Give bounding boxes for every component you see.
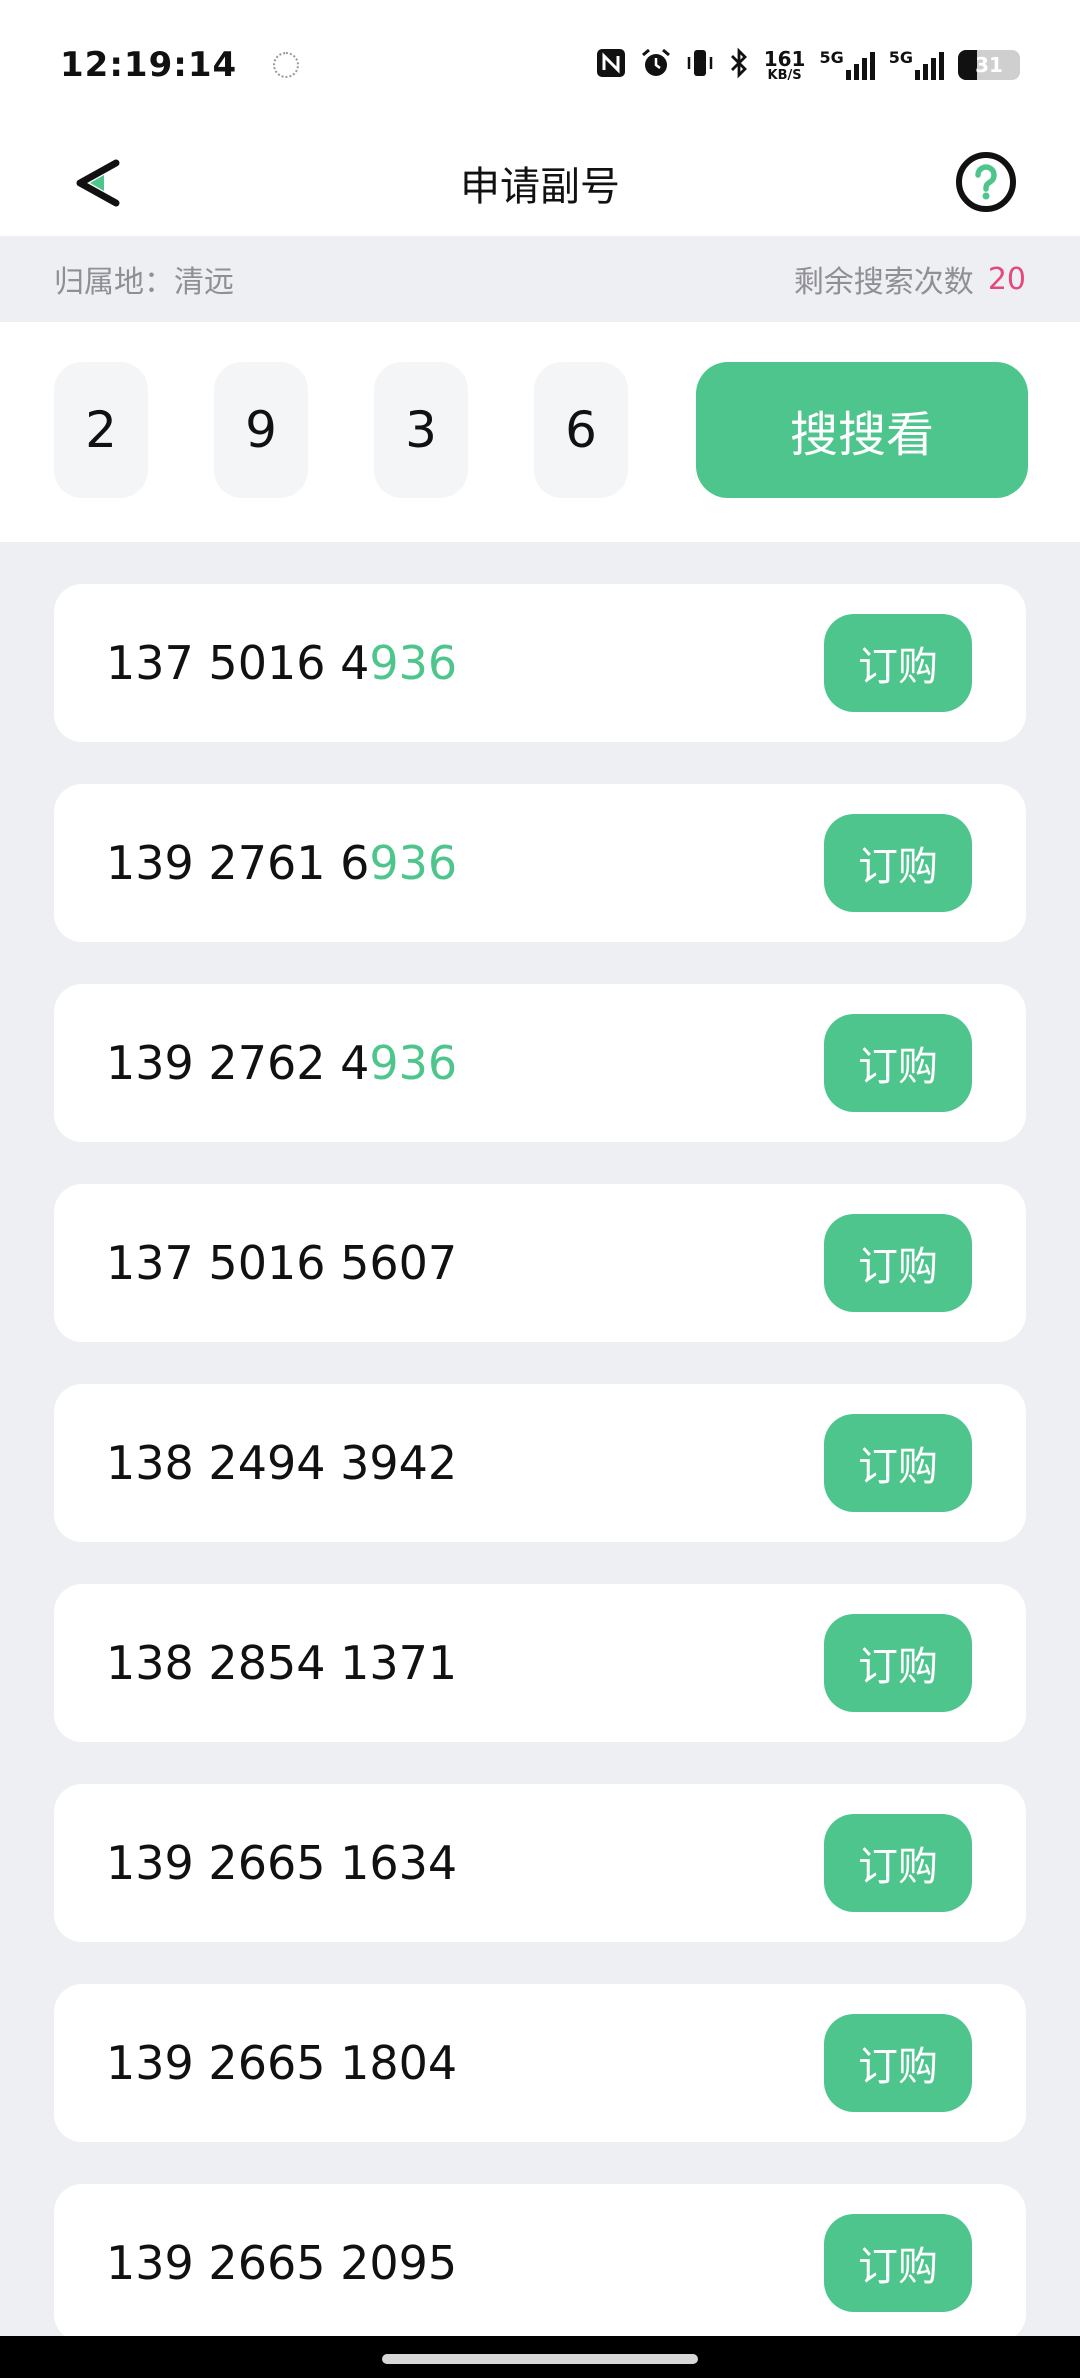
phone-number: 139 2665 2095 — [106, 2236, 457, 2290]
status-icons: 161 KB/S 5G 5G 31 — [596, 47, 1020, 84]
list-item: 139 2762 4936 订购 — [54, 984, 1026, 1142]
number-prefix: 137 5016 4 — [106, 636, 370, 690]
home-indicator[interactable] — [382, 2354, 698, 2364]
number-list: 137 5016 4936 订购 139 2761 6936 订购 139 27… — [54, 584, 1026, 2378]
order-button[interactable]: 订购 — [824, 2014, 972, 2112]
signal-1: 5G — [819, 48, 875, 80]
bluetooth-icon — [728, 47, 750, 84]
back-button[interactable] — [62, 148, 132, 218]
number-match: 936 — [369, 1036, 458, 1090]
status-bar: 12:19:14 161 KB/S 5G 5G 31 — [0, 0, 1080, 130]
number-prefix: 137 5016 5607 — [106, 1236, 458, 1290]
list-item: 139 2665 2095 订购 — [54, 2184, 1026, 2342]
search-panel: 2 9 3 6 搜搜看 — [0, 322, 1080, 542]
location-label: 归属地：清远 — [54, 265, 234, 300]
list-item: 139 2665 1634 订购 — [54, 1784, 1026, 1942]
vibrate-icon — [686, 47, 714, 84]
digit-input-3[interactable]: 3 — [374, 362, 468, 498]
speed-value: 161 — [763, 46, 806, 71]
digit-input-4[interactable]: 6 — [534, 362, 628, 498]
help-icon — [956, 152, 1016, 212]
number-match: 936 — [369, 836, 458, 890]
info-bar: 归属地：清远 剩余搜索次数 20 — [0, 236, 1080, 322]
list-item: 138 2494 3942 订购 — [54, 1384, 1026, 1542]
list-item: 138 2854 1371 订购 — [54, 1584, 1026, 1742]
back-arrow-icon — [76, 159, 120, 207]
number-match: 936 — [369, 636, 458, 690]
phone-number: 139 2761 6936 — [106, 836, 457, 890]
signal-2: 5G — [889, 50, 944, 80]
phone-number: 137 5016 4936 — [106, 636, 457, 690]
order-button[interactable]: 订购 — [824, 2214, 972, 2312]
order-button[interactable]: 订购 — [824, 1014, 972, 1112]
navigation-bar — [0, 2336, 1080, 2378]
order-button[interactable]: 订购 — [824, 814, 972, 912]
number-prefix: 138 2854 1371 — [106, 1636, 458, 1690]
alarm-icon — [640, 47, 672, 84]
net-type-1: 5G — [819, 48, 844, 67]
sync-icon — [273, 52, 300, 78]
number-prefix: 139 2665 1804 — [106, 2036, 458, 2090]
battery-level: 31 — [975, 53, 1003, 77]
digit-input-1[interactable]: 2 — [54, 362, 148, 498]
order-button[interactable]: 订购 — [824, 1814, 972, 1912]
header: 申请副号 — [0, 130, 1080, 236]
help-button[interactable] — [954, 150, 1018, 214]
number-prefix: 139 2762 4 — [106, 1036, 370, 1090]
status-time: 12:19:14 — [60, 45, 238, 85]
phone-number: 139 2762 4936 — [106, 1036, 457, 1090]
order-button[interactable]: 订购 — [824, 1214, 972, 1312]
signal-icon — [845, 50, 875, 80]
number-prefix: 139 2665 1634 — [106, 1836, 458, 1890]
remaining-label: 剩余搜索次数 — [793, 265, 974, 300]
digit-input-2[interactable]: 9 — [214, 362, 308, 498]
signal-icon — [915, 50, 944, 80]
number-prefix: 139 2665 2095 — [106, 2236, 458, 2290]
phone-number: 139 2665 1804 — [106, 2036, 457, 2090]
net-type-2: 5G — [888, 48, 913, 67]
battery-icon: 31 — [958, 50, 1020, 80]
phone-number: 138 2494 3942 — [106, 1436, 457, 1490]
phone-number: 139 2665 1634 — [106, 1836, 457, 1890]
page-title: 申请副号 — [460, 164, 620, 210]
list-item: 137 5016 4936 订购 — [54, 584, 1026, 742]
network-speed: 161 KB/S — [764, 49, 806, 82]
phone-number: 137 5016 5607 — [106, 1236, 457, 1290]
list-item: 137 5016 5607 订购 — [54, 1184, 1026, 1342]
screen: 12:19:14 161 KB/S 5G 5G 31 申请副号 归属地：清远 剩… — [0, 0, 1080, 2378]
phone-number: 138 2854 1371 — [106, 1636, 457, 1690]
number-prefix: 138 2494 3942 — [106, 1436, 458, 1490]
order-button[interactable]: 订购 — [824, 614, 972, 712]
nfc-icon — [596, 48, 626, 83]
number-prefix: 139 2761 6 — [106, 836, 370, 890]
remaining-count: 20 — [987, 261, 1026, 297]
speed-unit: KB/S — [767, 67, 802, 83]
order-button[interactable]: 订购 — [824, 1414, 972, 1512]
order-button[interactable]: 订购 — [824, 1614, 972, 1712]
list-item: 139 2761 6936 订购 — [54, 784, 1026, 942]
search-button[interactable]: 搜搜看 — [696, 362, 1028, 498]
list-item: 139 2665 1804 订购 — [54, 1984, 1026, 2142]
